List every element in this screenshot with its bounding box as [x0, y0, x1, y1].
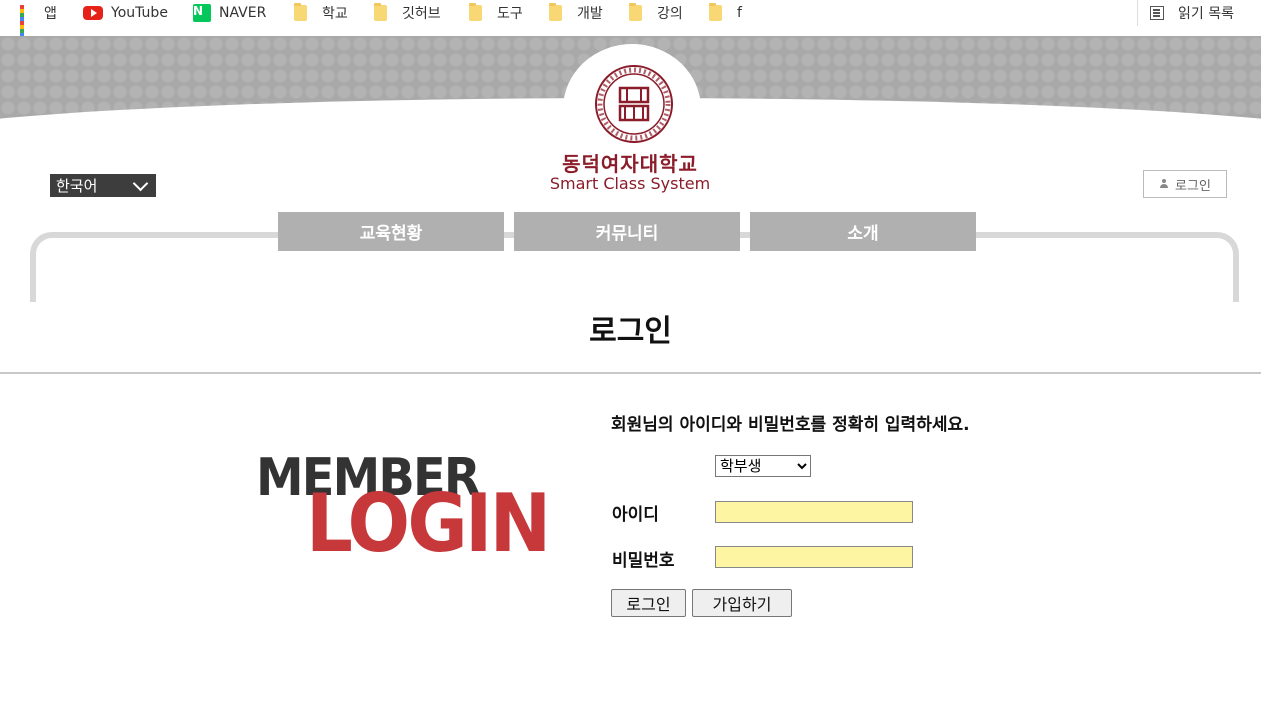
university-emblem-icon — [595, 65, 673, 143]
bookmark-label: 깃허브 — [402, 6, 441, 22]
password-label: 비밀번호 — [612, 551, 675, 571]
youtube-icon — [83, 6, 103, 20]
bookmark-label: f — [737, 5, 742, 21]
id-label: 아이디 — [612, 505, 659, 525]
site-header: 동덕여자대학교 Smart Class System 한국어 로그인 교육현황 … — [0, 36, 1261, 302]
header-login-label: 로그인 — [1175, 178, 1211, 194]
bookmark-folder-f[interactable]: f — [709, 0, 742, 26]
university-name: 동덕여자대학교 — [562, 152, 698, 176]
bookmark-folder-lecture[interactable]: 강의 — [629, 0, 683, 26]
bookmark-label: 앱 — [44, 6, 57, 22]
language-select[interactable]: 한국어 — [50, 174, 156, 197]
role-select[interactable]: 학부생 — [715, 455, 811, 477]
bookmark-label: 학교 — [322, 6, 348, 22]
folder-icon — [709, 3, 722, 21]
bookmark-folder-tools[interactable]: 도구 — [469, 0, 523, 26]
bookmark-folder-dev[interactable]: 개발 — [549, 0, 603, 26]
bookmark-folder-github[interactable]: 깃허브 — [374, 0, 441, 26]
login-instruction: 회원님의 아이디와 비밀번호를 정확히 입력하세요. — [611, 415, 970, 435]
password-input[interactable] — [715, 546, 913, 568]
nav-item-community[interactable]: 커뮤니티 — [514, 212, 740, 251]
apps-grid-icon — [20, 5, 36, 41]
language-label: 한국어 — [56, 177, 98, 195]
bookmark-label: 도구 — [497, 6, 523, 22]
naver-icon: N — [193, 4, 211, 22]
bookmark-apps[interactable]: 앱 — [20, 0, 57, 41]
folder-icon — [549, 3, 562, 21]
bookmarks-bar: 앱 YouTube N NAVER 학교 깃허브 도구 개발 강의 f 읽기 목… — [0, 0, 1261, 41]
reading-list-label: 읽기 목록 — [1178, 6, 1234, 22]
system-name: Smart Class System — [549, 174, 711, 193]
signup-button[interactable]: 가입하기 — [692, 589, 792, 617]
title-divider — [0, 372, 1261, 374]
bookmark-label: YouTube — [111, 5, 168, 21]
folder-icon — [469, 3, 482, 21]
folder-icon — [629, 3, 642, 21]
login-button[interactable]: 로그인 — [611, 589, 686, 617]
bookmark-label: 개발 — [577, 6, 603, 22]
folder-icon — [374, 3, 387, 21]
person-icon — [1159, 179, 1169, 189]
chevron-down-icon — [132, 175, 149, 192]
bookmark-label: NAVER — [219, 5, 267, 21]
bookmark-label: 강의 — [657, 6, 683, 22]
main-nav: 교육현황 커뮤니티 소개 — [278, 212, 976, 251]
nav-item-education[interactable]: 교육현황 — [278, 212, 504, 251]
login-graphic-text: LOGIN — [306, 477, 551, 570]
reading-list-icon — [1150, 6, 1164, 20]
bookmark-naver[interactable]: N NAVER — [193, 0, 266, 26]
reading-list-button[interactable]: 읽기 목록 — [1137, 0, 1234, 26]
nav-item-about[interactable]: 소개 — [750, 212, 976, 251]
folder-icon — [294, 3, 307, 21]
header-login-button[interactable]: 로그인 — [1143, 170, 1227, 198]
id-input[interactable] — [715, 501, 913, 523]
bookmark-youtube[interactable]: YouTube — [83, 0, 168, 26]
page-title: 로그인 — [589, 314, 672, 349]
bookmark-folder-school[interactable]: 학교 — [294, 0, 348, 26]
